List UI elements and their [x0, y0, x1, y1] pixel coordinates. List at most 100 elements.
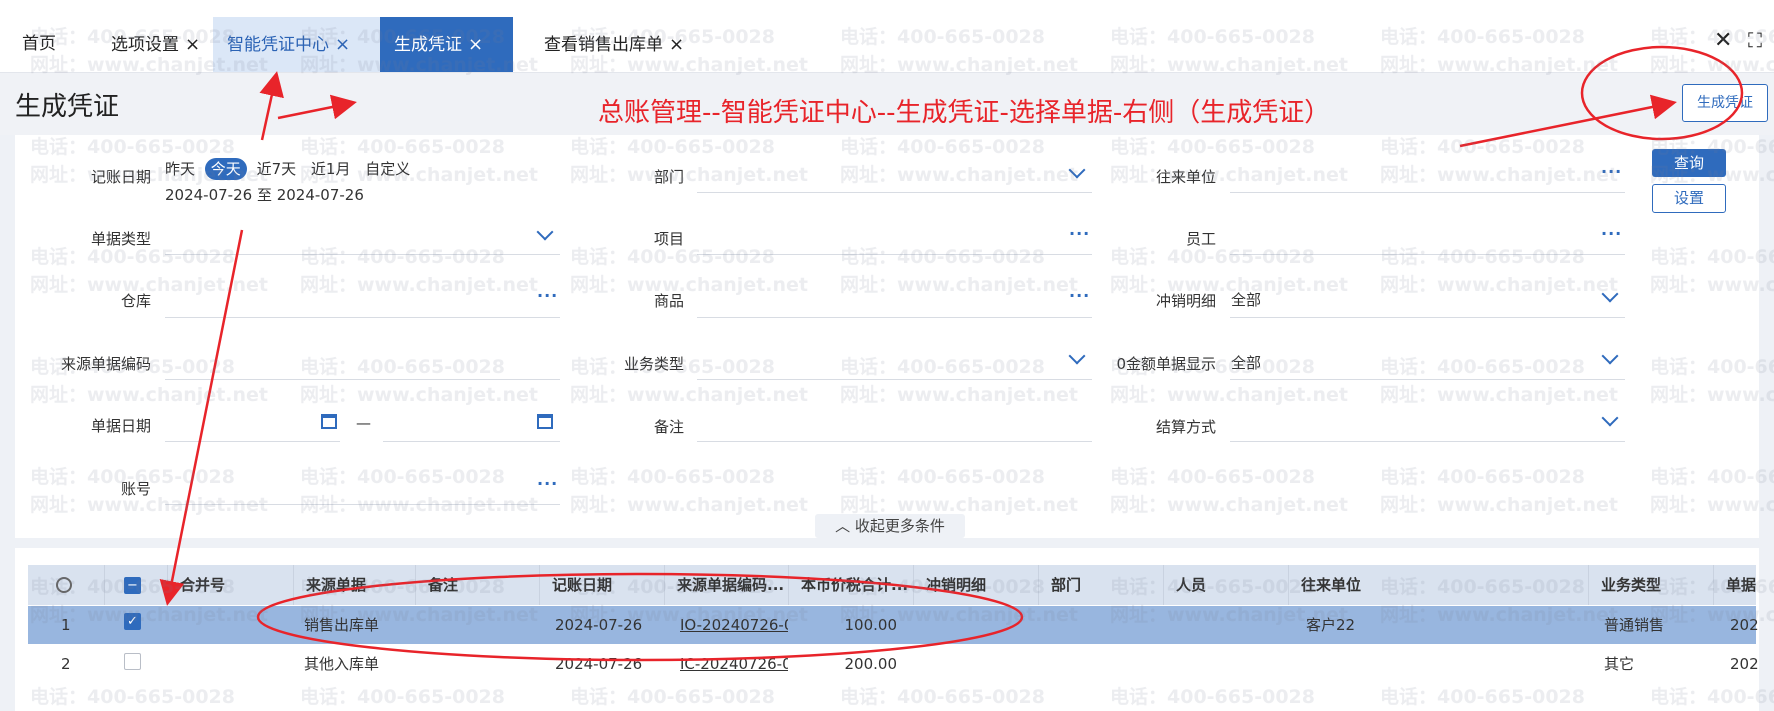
goods-label: 商品	[653, 292, 684, 310]
tab-smart-voucher-center[interactable]: 智能凭证中心 ×	[213, 17, 380, 72]
source-code-label: 来源单据编码	[60, 355, 151, 373]
quick-date-group: 昨天 今天 近7天 近1月 自定义	[160, 158, 415, 180]
col-remark[interactable]: 备注	[415, 565, 539, 605]
col-merge[interactable]: 合并号	[167, 565, 293, 605]
tab-home[interactable]: 首页	[8, 17, 70, 72]
close-window-icon[interactable]: ✕	[1714, 28, 1732, 53]
quick-date-yesterday[interactable]: 昨天	[160, 158, 200, 180]
offset-detail-label: 冲销明细	[1155, 292, 1216, 310]
cell-code-link[interactable]: IO-20240726-0	[680, 606, 788, 644]
cell-source: 销售出库单	[304, 616, 380, 634]
quick-date-7days[interactable]: 近7天	[252, 158, 302, 180]
settle-select[interactable]	[1230, 441, 1625, 442]
close-icon[interactable]: ×	[669, 34, 684, 55]
zero-amount-select[interactable]	[1230, 379, 1625, 380]
cell-source: 其他入库单	[304, 655, 380, 673]
goods-input[interactable]	[697, 317, 1092, 318]
offset-detail-select[interactable]	[1230, 317, 1625, 318]
chevron-up-icon: ︿	[835, 517, 851, 535]
settings-button[interactable]: 设置	[1652, 184, 1726, 213]
doc-type-select[interactable]	[165, 254, 560, 255]
date-range-separator: —	[356, 414, 371, 432]
biz-type-select[interactable]	[697, 379, 1092, 380]
partner-input[interactable]	[1230, 192, 1625, 193]
posting-date-range: 2024-07-26 至 2024-07-26	[165, 186, 364, 204]
collapse-conditions-button[interactable]: ︿ 收起更多条件	[815, 514, 965, 538]
calendar-icon[interactable]	[321, 414, 337, 429]
row-checkbox[interactable]	[124, 653, 141, 670]
col-source-code[interactable]: 来源单据编码...	[664, 565, 788, 605]
col-offset[interactable]: 冲销明细	[913, 565, 1038, 605]
tab-label: 智能凭证中心	[227, 35, 329, 55]
col-partner[interactable]: 往来单位	[1288, 565, 1588, 605]
page-title: 生成凭证	[15, 92, 120, 122]
col-biz-type[interactable]: 业务类型	[1588, 565, 1713, 605]
doc-date-start[interactable]	[165, 441, 340, 442]
col-person[interactable]: 人员	[1163, 565, 1288, 605]
doc-type-label: 单据类型	[90, 230, 151, 248]
tab-generate-voucher[interactable]: 生成凭证 ×	[380, 17, 513, 72]
cell-amount: 200.00	[844, 655, 898, 673]
cell-doc: 202	[1730, 616, 1758, 634]
cell-partner: 客户22	[1306, 616, 1356, 634]
col-date[interactable]: 记账日期	[539, 565, 664, 605]
row-number: 2	[61, 655, 71, 673]
tab-label: 选项设置	[111, 35, 179, 55]
account-input[interactable]	[165, 504, 560, 505]
warehouse-input[interactable]	[165, 317, 560, 318]
annotation-text: 总账管理--智能凭证中心--生成凭证-选择单据-右侧（生成凭证）	[598, 98, 1331, 128]
tab-label: 生成凭证	[394, 35, 462, 55]
cell-date: 2024-07-26	[555, 655, 643, 673]
dept-label: 部门	[653, 168, 684, 186]
posting-date-label: 记账日期	[90, 168, 151, 186]
close-icon[interactable]: ×	[468, 34, 483, 55]
cell-code-link[interactable]: IC-20240726-0	[680, 645, 788, 683]
close-icon[interactable]: ×	[185, 34, 200, 55]
doc-date-end[interactable]	[383, 441, 560, 442]
offset-detail-value: 全部	[1231, 291, 1262, 309]
close-icon[interactable]: ×	[335, 34, 350, 55]
employee-input[interactable]	[1230, 254, 1625, 255]
collapse-label: 收起更多条件	[854, 517, 945, 535]
generate-voucher-button[interactable]: 生成凭证	[1682, 84, 1768, 122]
project-label: 项目	[653, 230, 684, 248]
remark-label: 备注	[653, 418, 684, 436]
quick-date-today[interactable]: 今天	[204, 158, 247, 180]
more-icon[interactable]: ···	[1601, 162, 1622, 181]
account-label: 账号	[120, 480, 151, 498]
select-all-checkbox[interactable]: −	[124, 577, 141, 594]
zero-amount-label: 0金额单据显示	[1116, 355, 1216, 373]
row-number: 1	[61, 616, 71, 634]
quick-date-1month[interactable]: 近1月	[306, 158, 356, 180]
header-divider	[104, 565, 105, 605]
fullscreen-icon[interactable]: ⛶	[1748, 28, 1762, 52]
source-code-input[interactable]	[165, 379, 560, 380]
settle-label: 结算方式	[1155, 418, 1216, 436]
partner-label: 往来单位	[1155, 168, 1216, 186]
col-doc[interactable]: 单据	[1713, 565, 1759, 605]
col-amount[interactable]: 本币价税合计...	[788, 565, 913, 605]
col-source[interactable]: 来源单据	[293, 565, 415, 605]
col-dept[interactable]: 部门	[1038, 565, 1163, 605]
warehouse-label: 仓库	[120, 292, 151, 310]
employee-label: 员工	[1185, 230, 1216, 248]
zero-amount-value: 全部	[1231, 354, 1262, 372]
more-icon[interactable]: ···	[1601, 224, 1622, 243]
biz-type-label: 业务类型	[623, 355, 684, 373]
project-input[interactable]	[697, 254, 1092, 255]
row-checkbox[interactable]: ✓	[124, 613, 141, 630]
doc-date-label: 单据日期	[90, 417, 151, 435]
tab-label: 查看销售出库单	[544, 35, 663, 55]
tab-sales-outbound[interactable]: 查看销售出库单 ×	[530, 17, 698, 72]
cell-biz-type: 普通销售	[1604, 616, 1665, 634]
dept-select[interactable]	[697, 192, 1092, 193]
more-icon[interactable]: ···	[537, 474, 558, 493]
cell-amount: 100.00	[844, 616, 898, 634]
remark-input[interactable]	[697, 441, 1092, 442]
gear-icon[interactable]	[56, 577, 72, 593]
tab-label: 首页	[22, 34, 56, 54]
query-button[interactable]: 查询	[1652, 149, 1726, 177]
quick-date-custom[interactable]: 自定义	[360, 158, 415, 180]
tab-options[interactable]: 选项设置 ×	[97, 17, 214, 72]
cell-date: 2024-07-26	[555, 616, 643, 634]
